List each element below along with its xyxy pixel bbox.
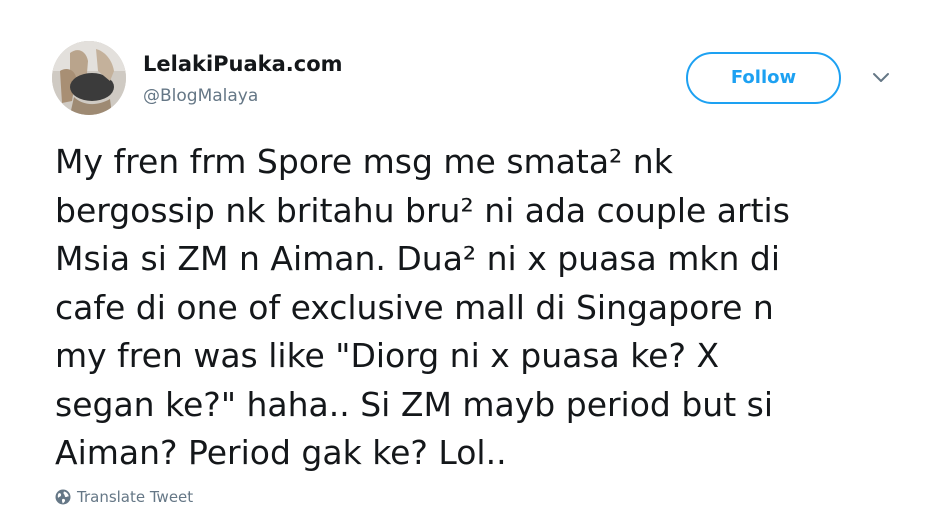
tweet-text-line: Aiman? Period gak ke? Lol.. (55, 433, 507, 472)
tweet-text-line: cafe di one of exclusive mall di Singapo… (55, 287, 774, 327)
tweet-text-line: segan ke?" haha.. Si ZM mayb period but … (55, 384, 774, 424)
follow-button[interactable]: Follow (686, 52, 841, 104)
user-handle[interactable]: @BlogMalaya (143, 84, 258, 108)
tweet-text-line: My fren frm Spore msg me smata² nk (55, 142, 673, 181)
translate-tweet-link[interactable]: Translate Tweet (55, 486, 193, 508)
chevron-down-icon[interactable] (868, 68, 894, 88)
avatar-image (52, 41, 126, 115)
avatar[interactable] (52, 41, 126, 115)
globe-icon (55, 489, 71, 505)
display-name[interactable]: LelakiPuaka.com (143, 50, 343, 78)
tweet-text: My fren frm Spore msg me smata² nk bergo… (55, 138, 915, 478)
translate-tweet-label: Translate Tweet (77, 488, 194, 506)
tweet-text-line: Msia si ZM n Aiman. Dua² ni x puasa mkn … (55, 239, 781, 278)
tweet-text-line: my fren was like "Diorg ni x puasa ke? X (55, 336, 720, 375)
tweet-card: LelakiPuaka.com @BlogMalaya Follow My fr… (0, 0, 949, 525)
tweet-text-line: bergossip nk britahu bru² ni ada couple … (55, 190, 790, 230)
